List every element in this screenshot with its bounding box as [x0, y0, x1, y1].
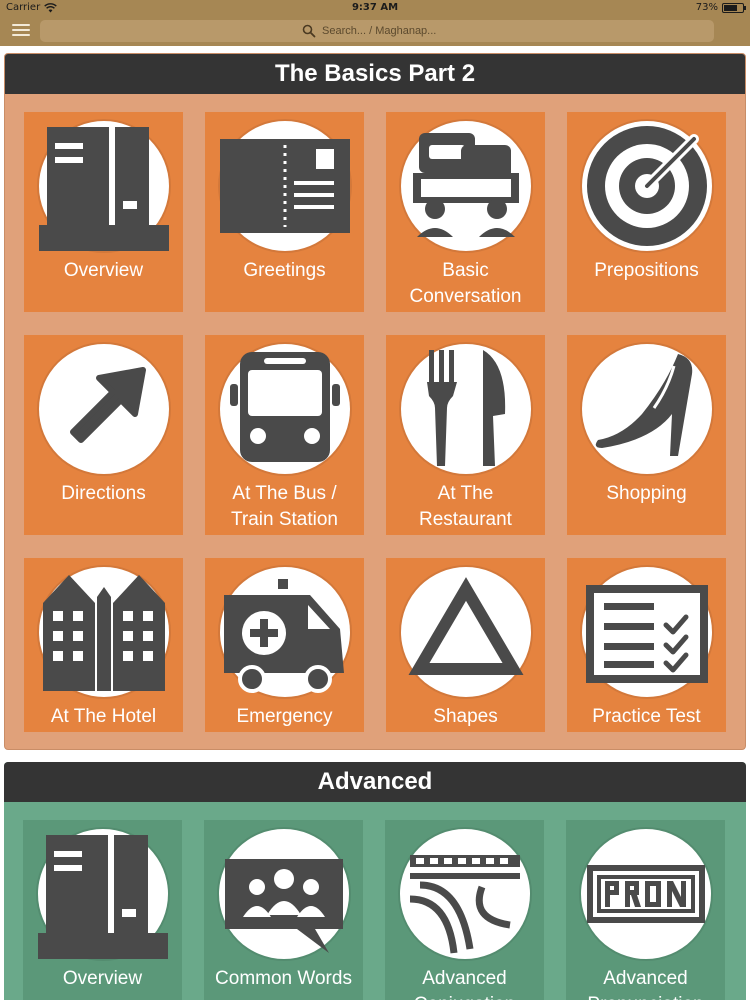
tile-label: Overview — [62, 968, 143, 989]
tile-directions[interactable]: Directions — [24, 335, 183, 535]
tile-practice-test[interactable]: Practice Test — [567, 558, 726, 732]
hamburger-menu-icon[interactable] — [12, 24, 30, 38]
tile-advanced-pronunciation[interactable]: Advanced Pronunciation — [566, 820, 725, 1000]
bus-icon — [220, 344, 350, 474]
document-icon — [38, 829, 168, 959]
tile-label: Emergency — [236, 706, 333, 727]
tile-greetings[interactable]: Greetings — [205, 112, 364, 312]
tile-restaurant[interactable]: At The Restaurant — [386, 335, 545, 535]
tile-advanced-overview[interactable]: Overview — [23, 820, 182, 1000]
tile-common-words[interactable]: Common Words — [204, 820, 363, 1000]
search-bar[interactable] — [40, 20, 714, 42]
tile-label: Overview — [63, 260, 144, 281]
tile-bus-train-station[interactable]: At The Bus / Train Station — [205, 335, 364, 535]
tile-shapes[interactable]: Shapes — [386, 558, 545, 732]
fork-knife-icon — [401, 344, 531, 474]
section-title: The Basics Part 2 — [5, 54, 745, 94]
tile-advanced-conjugation[interactable]: Advanced Conjugation — [385, 820, 544, 1000]
tile-label: At The Hotel — [50, 706, 157, 727]
section-title: Advanced — [4, 762, 746, 802]
tile-label: At The Restaurant — [419, 483, 512, 530]
battery-percent: 73% — [695, 2, 718, 13]
battery-level — [724, 4, 737, 11]
target-icon — [582, 121, 712, 251]
ambulance-icon — [220, 567, 350, 697]
pron-sign-icon — [581, 829, 711, 959]
tile-overview[interactable]: Overview — [24, 112, 183, 312]
chat-people-icon — [401, 121, 531, 251]
document-icon — [39, 121, 169, 251]
postcard-icon — [220, 121, 350, 251]
checklist-icon — [582, 567, 712, 697]
section-advanced: Advanced Overview Common Words Advanced … — [4, 762, 746, 1000]
arrow-up-right-icon — [39, 344, 169, 474]
group-chat-icon — [219, 829, 349, 959]
tile-label: Prepositions — [594, 260, 699, 281]
search-icon — [302, 24, 316, 38]
nav-bar — [0, 16, 750, 46]
triangle-icon — [401, 567, 531, 697]
tile-label: Practice Test — [592, 706, 701, 727]
tile-label: Basic Conversation — [409, 260, 522, 307]
section-basics-part-2: The Basics Part 2 Overview Greetings Bas… — [4, 53, 746, 750]
tile-label: Shapes — [433, 706, 498, 727]
tile-label: Directions — [61, 483, 146, 504]
tile-label: At The Bus / Train Station — [230, 483, 338, 530]
tile-basic-conversation[interactable]: Basic Conversation — [386, 112, 545, 312]
tile-label: Advanced Conjugation — [414, 968, 515, 1000]
clock: 9:37 AM — [351, 2, 399, 13]
tile-label: Advanced Pronunciation — [587, 968, 703, 1000]
tile-prepositions[interactable]: Prepositions — [567, 112, 726, 312]
tile-hotel[interactable]: At The Hotel — [24, 558, 183, 732]
battery-icon — [722, 2, 746, 13]
tile-label: Greetings — [243, 260, 326, 281]
hotel-icon — [39, 567, 169, 697]
tile-label: Shopping — [606, 483, 687, 504]
bridge-icon — [400, 829, 530, 959]
tile-shopping[interactable]: Shopping — [567, 335, 726, 535]
tile-label: Common Words — [215, 968, 352, 989]
status-bar: Carrier 9:37 AM 73% — [0, 0, 750, 16]
tile-emergency[interactable]: Emergency — [205, 558, 364, 732]
high-heel-icon — [582, 344, 712, 474]
search-input[interactable] — [322, 25, 452, 37]
